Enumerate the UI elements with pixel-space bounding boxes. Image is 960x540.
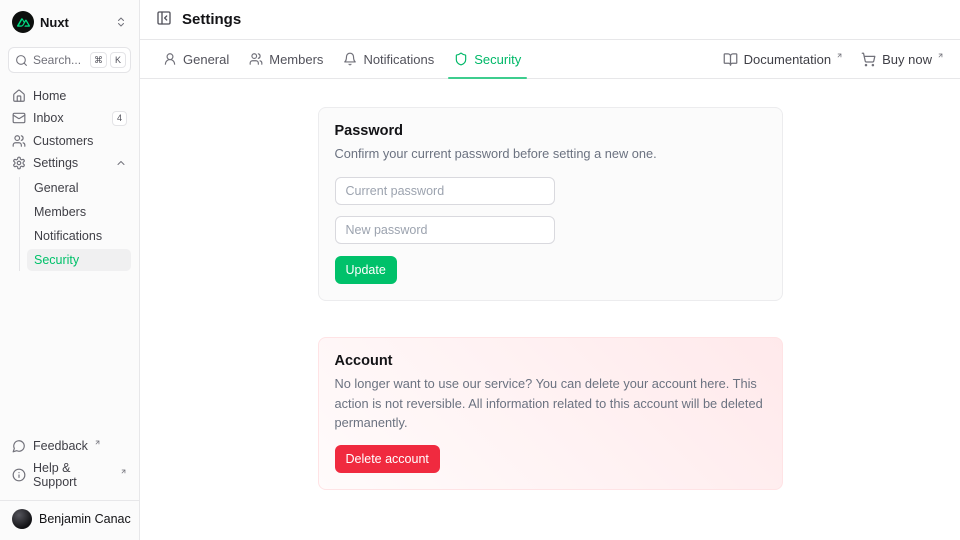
chevrons-up-down-icon bbox=[115, 16, 127, 28]
chevron-up-icon bbox=[115, 157, 127, 169]
users-icon bbox=[249, 52, 263, 66]
users-icon bbox=[12, 134, 26, 148]
inbox-icon bbox=[12, 111, 26, 125]
sidebar-item-security[interactable]: Security bbox=[27, 249, 131, 271]
panel-left-close-icon bbox=[156, 10, 172, 29]
tab-label: Notifications bbox=[363, 52, 434, 67]
page-title: Settings bbox=[182, 11, 241, 28]
sidebar-item-customers[interactable]: Customers bbox=[8, 131, 131, 151]
action-link-label: Buy now bbox=[882, 52, 932, 67]
sidebar-item-settings[interactable]: Settings bbox=[8, 153, 131, 173]
workspace-switcher[interactable]: Nuxt bbox=[8, 8, 131, 36]
nuxt-logo-icon bbox=[12, 11, 34, 33]
password-card: Password Confirm your current password b… bbox=[318, 107, 783, 301]
page-header: Settings bbox=[140, 0, 960, 40]
settings-subnav: General Members Notifications Security bbox=[19, 177, 131, 271]
workspace-name: Nuxt bbox=[40, 15, 109, 30]
current-password-field[interactable] bbox=[335, 177, 555, 205]
documentation-link[interactable]: Documentation bbox=[723, 52, 843, 67]
footer-link-label: Feedback bbox=[33, 439, 88, 453]
kbd-k: K bbox=[110, 52, 126, 68]
external-link-icon bbox=[120, 468, 127, 475]
feedback-link[interactable]: Feedback bbox=[8, 435, 131, 457]
house-icon bbox=[12, 89, 26, 103]
external-link-icon bbox=[937, 52, 944, 59]
sidebar-item-notifications[interactable]: Notifications bbox=[27, 225, 131, 247]
account-card: Account No longer want to use our servic… bbox=[318, 337, 783, 490]
sidebar-item-inbox[interactable]: Inbox 4 bbox=[8, 108, 131, 129]
tabbar-actions: Documentation Buy now bbox=[723, 40, 944, 78]
card-title: Password bbox=[335, 123, 766, 139]
delete-account-button[interactable]: Delete account bbox=[335, 445, 440, 473]
tab-notifications[interactable]: Notifications bbox=[336, 40, 441, 78]
app-window: Nuxt Search... ⌘ K Home bbox=[0, 0, 960, 540]
avatar bbox=[12, 509, 32, 529]
tab-members[interactable]: Members bbox=[242, 40, 330, 78]
update-password-button[interactable]: Update bbox=[335, 256, 397, 284]
settings-tabbar: General Members Notifications bbox=[140, 40, 960, 79]
external-link-icon bbox=[836, 52, 843, 59]
user-menu[interactable]: Benjamin Canac bbox=[0, 500, 139, 532]
sidebar-item-label: Home bbox=[33, 89, 127, 103]
tab-label: General bbox=[183, 52, 229, 67]
tab-security[interactable]: Security bbox=[447, 40, 528, 78]
sidebar-item-label: Inbox bbox=[33, 111, 105, 125]
external-link-icon bbox=[94, 439, 101, 446]
help-support-link[interactable]: Help & Support bbox=[8, 457, 131, 493]
collapse-sidebar-button[interactable] bbox=[156, 10, 172, 29]
sidebar-item-members[interactable]: Members bbox=[27, 201, 131, 223]
main-panel: Settings General Members bbox=[140, 0, 960, 540]
card-description: Confirm your current password before set… bbox=[335, 144, 766, 163]
book-open-icon bbox=[723, 52, 738, 67]
inbox-count-badge: 4 bbox=[112, 111, 127, 126]
message-bubble-icon bbox=[12, 439, 26, 453]
sidebar-item-general[interactable]: General bbox=[27, 177, 131, 199]
footer-link-label: Help & Support bbox=[33, 461, 114, 489]
new-password-field[interactable] bbox=[335, 216, 555, 244]
user-icon bbox=[163, 52, 177, 66]
tab-label: Members bbox=[269, 52, 323, 67]
sidebar: Nuxt Search... ⌘ K Home bbox=[0, 0, 140, 540]
sidebar-item-home[interactable]: Home bbox=[8, 86, 131, 106]
shield-icon bbox=[454, 52, 468, 66]
password-form: Update bbox=[335, 177, 766, 284]
buy-now-link[interactable]: Buy now bbox=[861, 52, 944, 67]
card-description: No longer want to use our service? You c… bbox=[335, 374, 766, 432]
info-circle-icon bbox=[12, 468, 26, 482]
shopping-cart-icon bbox=[861, 52, 876, 67]
search-placeholder: Search... bbox=[33, 53, 85, 67]
sidebar-spacer bbox=[8, 271, 131, 435]
search-icon bbox=[15, 54, 28, 67]
settings-content: Password Confirm your current password b… bbox=[140, 79, 960, 540]
tab-label: Security bbox=[474, 52, 521, 67]
settings-tabs: General Members Notifications bbox=[156, 40, 528, 78]
sidebar-item-label: Settings bbox=[33, 156, 108, 170]
card-title: Account bbox=[335, 353, 766, 369]
sidebar-item-label: Customers bbox=[33, 134, 127, 148]
user-name: Benjamin Canac bbox=[39, 512, 131, 526]
sidebar-nav: Home Inbox 4 Customers Settings bbox=[8, 86, 131, 271]
bell-icon bbox=[343, 52, 357, 66]
search-shortcut: ⌘ K bbox=[90, 52, 126, 68]
action-link-label: Documentation bbox=[744, 52, 831, 67]
search-input[interactable]: Search... ⌘ K bbox=[8, 47, 131, 73]
kbd-cmd: ⌘ bbox=[90, 52, 107, 68]
tab-general[interactable]: General bbox=[156, 40, 236, 78]
gear-icon bbox=[12, 156, 26, 170]
